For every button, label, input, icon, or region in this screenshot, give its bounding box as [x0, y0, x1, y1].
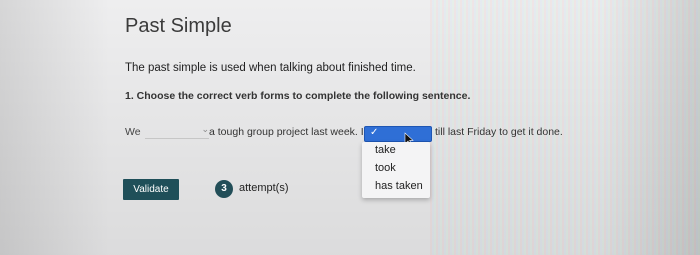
verb-select-2[interactable]: ✓	[364, 126, 432, 142]
check-icon: ✓	[370, 127, 379, 138]
exercise-page: Past Simple The past simple is used when…	[0, 0, 700, 255]
intro-text: The past simple is used when talking abo…	[125, 62, 416, 74]
sentence-end: till last Friday to get it done.	[435, 126, 563, 138]
dropdown-option-take[interactable]: take	[375, 144, 396, 156]
chevron-down-icon: ⌄	[201, 124, 209, 134]
sentence-middle: a tough group project last week. I	[209, 126, 364, 138]
sentence-start: We	[125, 126, 141, 138]
dropdown-option-has-taken[interactable]: has taken	[375, 180, 423, 192]
page-title: Past Simple	[125, 15, 232, 37]
verb-dropdown-list: take took has taken	[362, 142, 430, 198]
verb-select-1[interactable]: ⌄	[145, 124, 209, 139]
attempt-count-badge: 3	[215, 180, 233, 198]
attempt-label: attempt(s)	[239, 182, 289, 194]
exercise-sentence: We ⌄ a tough group project last week. I …	[125, 124, 685, 146]
exercise-instruction: 1. Choose the correct verb forms to comp…	[125, 90, 471, 102]
validate-button[interactable]: Validate	[123, 179, 179, 200]
dropdown-option-took[interactable]: took	[375, 162, 396, 174]
